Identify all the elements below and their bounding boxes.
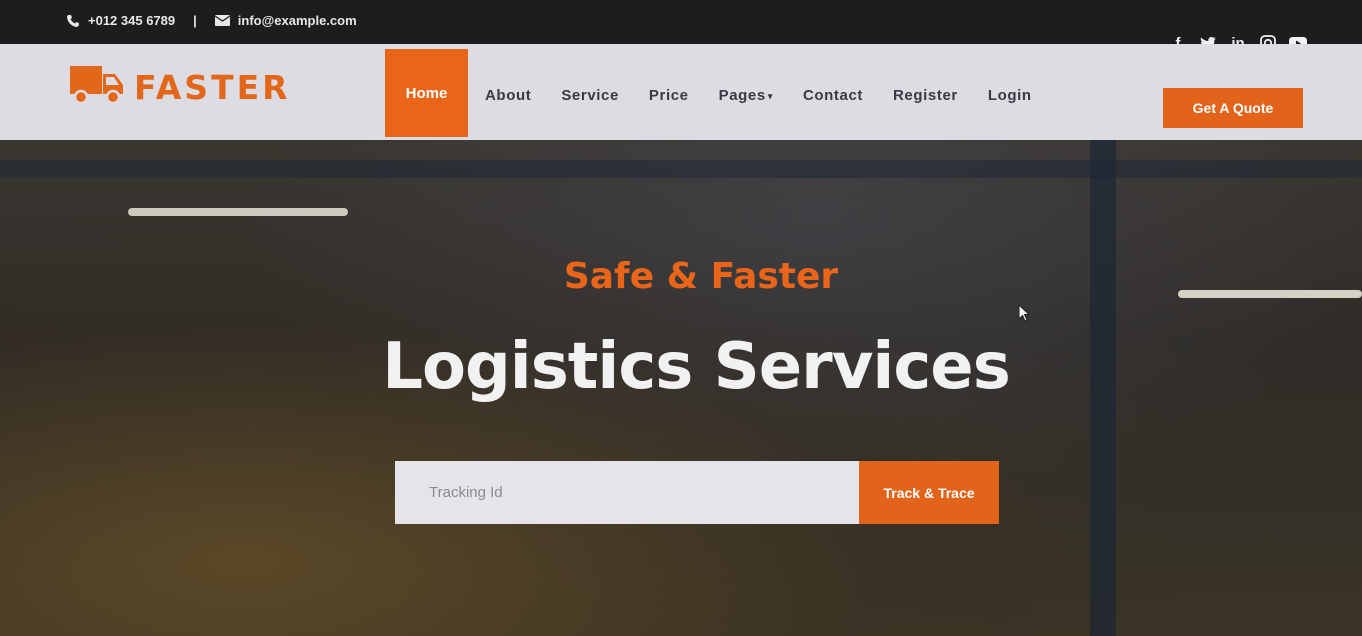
truck-icon	[70, 64, 124, 111]
ceiling-light	[128, 208, 348, 216]
nav-price[interactable]: Price	[649, 87, 689, 104]
hero-section: Safe & Faster Logistics Services Track &…	[0, 140, 1362, 636]
email-address: info@example.com	[237, 13, 357, 28]
topbar-separator: |	[193, 13, 197, 28]
caret-down-icon: ▾	[767, 90, 773, 101]
hero-subtitle: Safe & Faster	[563, 256, 839, 297]
nav-pages-dropdown[interactable]: Pages ▾	[719, 87, 773, 104]
envelope-icon	[214, 15, 230, 26]
phone-icon	[66, 14, 80, 28]
hero-title: Logistics Services	[382, 330, 1011, 404]
tracking-id-input[interactable]	[395, 461, 859, 524]
nav-register[interactable]: Register	[893, 87, 958, 104]
track-and-trace-button[interactable]: Track & Trace	[859, 461, 999, 524]
main-navbar: FASTER Home About Service Price Pages ▾ C…	[0, 44, 1362, 140]
contact-info: +012 345 6789 | info@example.com	[66, 13, 357, 28]
nav-home[interactable]: Home	[385, 49, 468, 137]
mouse-cursor-icon	[1018, 303, 1032, 329]
nav-menu: About Service Price Pages ▾ Contact Regis…	[485, 87, 1062, 104]
nav-contact[interactable]: Contact	[803, 87, 863, 104]
brand-logo[interactable]: FASTER	[70, 64, 291, 111]
background-beam	[0, 160, 1362, 178]
nav-login[interactable]: Login	[988, 87, 1032, 104]
brand-name: FASTER	[134, 68, 291, 107]
nav-service[interactable]: Service	[561, 87, 619, 104]
phone-number: +012 345 6789	[88, 13, 176, 28]
get-a-quote-button[interactable]: Get A Quote	[1163, 88, 1303, 128]
top-bar: +012 345 6789 | info@example.com f in	[0, 0, 1362, 52]
nav-about[interactable]: About	[485, 87, 531, 104]
nav-pages-label: Pages	[718, 87, 766, 104]
